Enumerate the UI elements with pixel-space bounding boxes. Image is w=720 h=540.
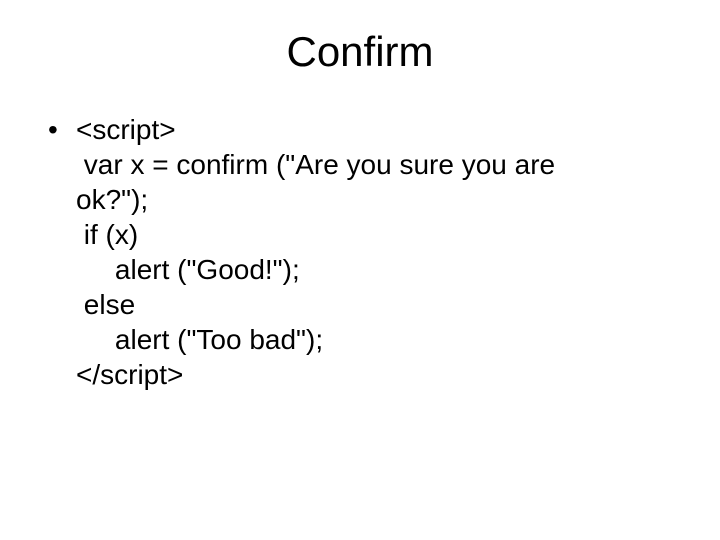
code-line-7: </script> bbox=[76, 357, 672, 392]
code-line-4: alert ("Good!"); bbox=[76, 252, 672, 287]
slide: Confirm <script> var x = confirm ("Are y… bbox=[0, 0, 720, 540]
bullet-item: <script> var x = confirm ("Are you sure … bbox=[48, 112, 672, 392]
code-line-3: if (x) bbox=[76, 217, 672, 252]
code-line-2: ok?"); bbox=[76, 182, 672, 217]
code-line-5: else bbox=[76, 287, 672, 322]
code-line-1: var x = confirm ("Are you sure you are bbox=[76, 147, 672, 182]
code-line-0: <script> bbox=[76, 112, 672, 147]
slide-title: Confirm bbox=[48, 28, 672, 76]
bullet-list: <script> var x = confirm ("Are you sure … bbox=[48, 112, 672, 392]
code-line-6: alert ("Too bad"); bbox=[76, 322, 672, 357]
